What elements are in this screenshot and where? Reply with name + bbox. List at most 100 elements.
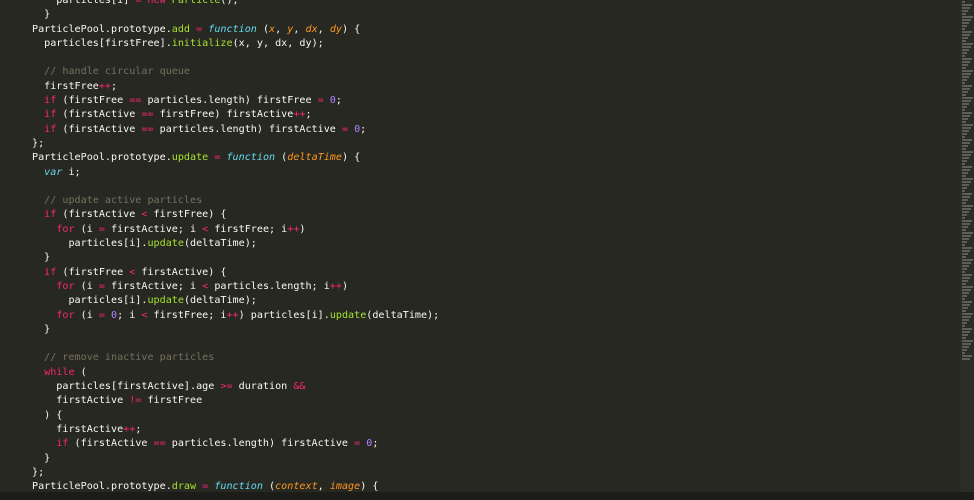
minimap-line [962, 295, 967, 297]
minimap-line [962, 184, 969, 186]
minimap-line [962, 274, 972, 276]
minimap-line [962, 31, 972, 33]
code-token: } [32, 323, 51, 335]
minimap-line [962, 37, 968, 39]
minimap-line [962, 145, 968, 147]
minimap-line [962, 313, 973, 315]
code-token: }; [32, 137, 45, 149]
code-token: ) { [341, 152, 361, 164]
code-line[interactable]: for (i = 0; i < firstFree; i++) particle… [32, 309, 952, 323]
code-line[interactable]: for (i = firstActive; i < particles.leng… [32, 280, 952, 294]
minimap-line [962, 229, 966, 231]
minimap-line [962, 268, 967, 270]
minimap-line [962, 271, 965, 273]
code-line[interactable]: if (firstActive == firstFree) firstActiv… [32, 108, 952, 122]
code-token: ; [135, 423, 142, 435]
code-line[interactable]: if (firstActive == particles.length) fir… [32, 437, 952, 451]
minimap-line [962, 79, 967, 81]
code-token: ( [74, 366, 87, 378]
code-line[interactable]: particles[i] = new Particle(); [32, 0, 952, 8]
code-line[interactable]: if (firstActive < firstFree) { [32, 208, 952, 222]
minimap-line [962, 340, 973, 342]
code-line[interactable]: }; [32, 466, 952, 480]
code-line[interactable]: for (i = firstActive; i < firstFree; i++… [32, 223, 952, 237]
minimap-line [962, 154, 971, 156]
code-line[interactable]: // update active particles [32, 194, 952, 208]
minimap-line [962, 211, 969, 213]
code-line[interactable]: firstActive++; [32, 423, 952, 437]
code-token: ; [360, 123, 367, 135]
minimap-line [962, 283, 966, 285]
minimap-line [962, 181, 971, 183]
code-line[interactable]: ParticlePool.prototype.add = function (x… [32, 23, 952, 37]
code-line[interactable]: firstFree++; [32, 80, 952, 94]
code-line[interactable]: particles[firstFree].initialize(x, y, dx… [32, 37, 952, 51]
code-token: firstActive [32, 423, 124, 435]
code-area[interactable]: particles[i] = new Particle(); } Particle… [32, 0, 952, 494]
minimap-line [962, 307, 968, 309]
minimap-line [962, 103, 969, 105]
code-editor[interactable]: particles[i] = new Particle(); } Particle… [0, 0, 974, 500]
code-token: firstActive [32, 395, 130, 407]
minimap-line [962, 298, 965, 300]
code-token: (firstFree [56, 266, 130, 278]
code-token: (firstFree [56, 95, 130, 107]
minimap-line [962, 1, 965, 3]
code-token: (x, y, dx, dy); [232, 37, 324, 49]
code-line[interactable]: // handle circular queue [32, 65, 952, 79]
minimap-line [962, 301, 972, 303]
minimap-line [962, 175, 966, 177]
code-token: initialize [171, 37, 233, 49]
minimap-line [962, 73, 971, 75]
code-token: if [44, 123, 57, 135]
code-line[interactable]: var i; [32, 166, 952, 180]
code-line[interactable]: firstActive != firstFree [32, 394, 952, 408]
minimap-line [962, 70, 973, 72]
minimap-line [962, 310, 966, 312]
code-token: particles[firstFree]. [32, 37, 172, 49]
code-line[interactable]: ) { [32, 409, 952, 423]
code-line[interactable]: particles[firstActive].age >= duration &… [32, 380, 952, 394]
code-line[interactable]: } [32, 251, 952, 265]
minimap-line [962, 166, 972, 168]
code-token: ; [111, 80, 118, 92]
code-token: ( [275, 152, 288, 164]
code-line[interactable]: ParticlePool.prototype.update = function… [32, 151, 952, 165]
code-token: ParticlePool.prototype. [32, 152, 172, 164]
code-token: // handle circular queue [32, 66, 191, 78]
code-line[interactable]: particles[i].update(deltaTime); [32, 294, 952, 308]
code-token: ) { [32, 409, 63, 421]
code-line[interactable]: } [32, 323, 952, 337]
code-line[interactable]: while ( [32, 366, 952, 380]
minimap-line [962, 208, 971, 210]
minimap[interactable] [960, 0, 974, 492]
minimap-line [962, 43, 973, 45]
code-token: } [32, 252, 51, 264]
code-line[interactable]: if (firstActive == particles.length) fir… [32, 123, 952, 137]
code-line[interactable]: } [32, 452, 952, 466]
code-token: if [44, 266, 57, 278]
code-line[interactable]: }; [32, 137, 952, 151]
code-line[interactable]: particles[i].update(deltaTime); [32, 237, 952, 251]
code-token: (deltaTime); [183, 238, 257, 250]
code-line[interactable]: } [32, 8, 952, 22]
minimap-line [962, 124, 973, 126]
code-line[interactable] [32, 180, 952, 194]
code-line[interactable]: // remove inactive particles [32, 351, 952, 365]
minimap-line [962, 88, 970, 90]
code-token: ; i [117, 309, 142, 321]
code-token: , [317, 23, 330, 35]
code-line[interactable] [32, 51, 952, 65]
code-token: particles[i] [32, 0, 136, 6]
code-line[interactable]: if (firstFree == particles.length) first… [32, 94, 952, 108]
code-line[interactable]: if (firstFree < firstActive) { [32, 266, 952, 280]
code-line[interactable] [32, 337, 952, 351]
minimap-line [962, 214, 967, 216]
code-token: update [147, 295, 184, 307]
code-token: ++ [98, 80, 112, 92]
minimap-line [962, 16, 973, 18]
status-bar [0, 492, 974, 500]
code-token: (i [74, 280, 99, 292]
